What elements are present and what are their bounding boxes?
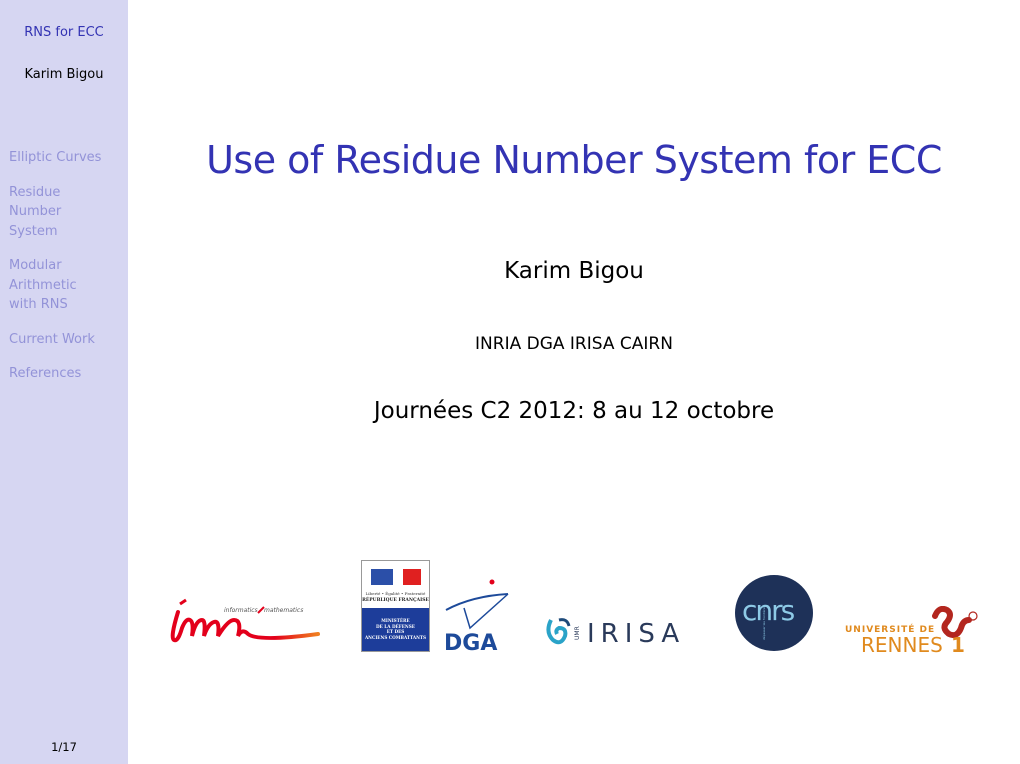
- sidebar-item-elliptic-curves[interactable]: Elliptic Curves: [9, 148, 124, 168]
- sidebar-author[interactable]: Karim Bigou: [0, 67, 128, 82]
- rennes-line2: RENNES: [861, 633, 943, 654]
- slide-title: Use of Residue Number System for ECC: [206, 138, 942, 182]
- inria-logo: informatics mathematics: [170, 598, 320, 643]
- ministry-defense-logo: Liberté • Égalité • Fraternité RÉPUBLIQU…: [361, 560, 430, 652]
- sidebar-item-residue-number-system[interactable]: Residue Number System: [9, 183, 79, 242]
- sidebar-nav: Elliptic Curves Residue Number System Mo…: [9, 148, 124, 399]
- page-indicator: 1/17: [51, 740, 77, 754]
- cnrs-logo: cnrs dépasser les frontières: [735, 575, 813, 651]
- slide-author: Karim Bigou: [504, 258, 644, 284]
- dga-logo: DGA: [444, 579, 509, 654]
- rennes1-logo: UNIVERSITÉ DE RENNES 1: [845, 606, 978, 654]
- sidebar-item-references[interactable]: References: [9, 364, 124, 384]
- inria-tagline-right: mathematics: [264, 607, 303, 614]
- slide-event: Journées C2 2012: 8 au 12 octobre: [373, 398, 775, 424]
- ministry-line: ANCIENS COMBATTANTS: [364, 634, 427, 640]
- sidebar: RNS for ECC Karim Bigou Elliptic Curves …: [0, 0, 128, 764]
- irisa-text: IRISA: [587, 619, 685, 648]
- irisa-logo: UMR IRISA: [546, 618, 685, 648]
- irisa-prefix: UMR: [574, 626, 581, 640]
- dga-text: DGA: [444, 631, 497, 654]
- ministry-motto: Liberté • Égalité • Fraternité: [365, 591, 426, 596]
- cnrs-tagline: dépasser les frontières: [762, 605, 766, 640]
- flag-blue: [371, 569, 393, 585]
- slide-institutions: INRIA DGA IRISA CAIRN: [475, 334, 673, 354]
- inria-tagline-left: informatics: [224, 607, 258, 614]
- ministry-republic: RÉPUBLIQUE FRANÇAISE: [362, 598, 429, 603]
- flag-red: [403, 569, 421, 585]
- sidebar-item-modular-arithmetic[interactable]: Modular Arithmetic with RNS: [9, 256, 99, 315]
- sidebar-short-title[interactable]: RNS for ECC: [0, 25, 128, 40]
- sidebar-item-current-work[interactable]: Current Work: [9, 330, 124, 350]
- rennes-number: 1: [951, 633, 965, 654]
- cnrs-text: cnrs: [742, 594, 795, 627]
